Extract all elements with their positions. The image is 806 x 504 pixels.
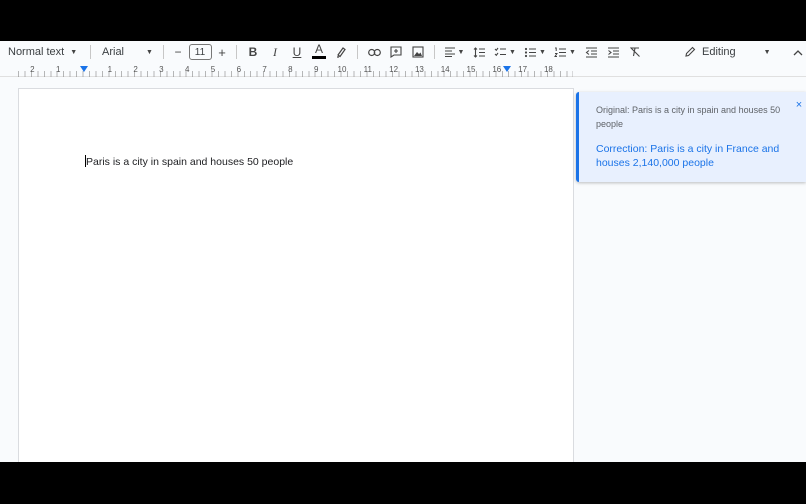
ruler-label: 9 — [313, 65, 319, 74]
ruler-label: 14 — [440, 65, 450, 74]
checklist-button[interactable]: ▼ — [490, 42, 520, 62]
chevron-down-icon: ▼ — [70, 48, 78, 56]
toolbar-divider — [357, 45, 358, 59]
chevron-down-icon: ▼ — [763, 48, 771, 56]
correction-text: Correction: Paris is a city in France an… — [596, 143, 780, 169]
formatting-toolbar: Normal text ▼ Arial ▼ − 11 + B I U A ▼ ▼… — [0, 41, 806, 63]
ruler-label: 4 — [184, 65, 190, 74]
chevron-down-icon: ▼ — [539, 48, 546, 56]
document-page[interactable]: Paris is a city in spain and houses 50 p… — [18, 88, 574, 462]
text-color-swatch — [312, 56, 326, 59]
numbered-list-button[interactable]: ▼ — [550, 42, 580, 62]
checklist-icon — [494, 47, 507, 56]
font-family-value: Arial — [102, 46, 125, 58]
link-icon — [367, 48, 381, 56]
ruler-label: 13 — [414, 65, 424, 74]
toolbar-divider — [434, 45, 435, 59]
highlighter-icon — [337, 47, 346, 58]
left-indent-marker[interactable] — [80, 66, 88, 72]
highlight-button[interactable] — [330, 42, 352, 62]
image-icon — [412, 46, 424, 58]
underline-button[interactable]: U — [286, 42, 308, 62]
chevron-down-icon: ▼ — [509, 48, 516, 56]
text-color-button[interactable]: A — [308, 42, 330, 62]
paragraph-style-select[interactable]: Normal text ▼ — [0, 42, 85, 62]
font-family-select[interactable]: Arial ▼ — [96, 42, 158, 62]
chevron-down-icon: ▼ — [146, 48, 153, 56]
insert-link-button[interactable] — [363, 42, 385, 62]
ruler-label: 5 — [210, 65, 216, 74]
increase-indent-button[interactable] — [602, 42, 624, 62]
line-spacing-button[interactable] — [468, 42, 490, 62]
ruler-label: 18 — [543, 65, 553, 74]
align-button[interactable]: ▼ — [440, 42, 468, 62]
ruler-label: 15 — [466, 65, 476, 74]
horizontal-ruler[interactable]: 2 1 1 2 3 4 5 6 7 8 9 10 11 12 13 14 15 16 17 18 — [0, 63, 806, 77]
decrease-indent-button[interactable] — [580, 42, 602, 62]
ruler-label: 11 — [363, 65, 372, 74]
insert-image-button[interactable] — [407, 42, 429, 62]
add-comment-icon — [390, 46, 402, 58]
pencil-icon — [685, 46, 696, 57]
increase-font-size-button[interactable]: + — [213, 42, 231, 62]
ruler-label: 16 — [492, 65, 502, 74]
numbered-list-icon — [554, 47, 567, 57]
chevron-down-icon: ▼ — [569, 48, 576, 56]
line-spacing-icon — [473, 46, 485, 58]
align-left-icon — [444, 47, 455, 57]
clear-formatting-button[interactable] — [624, 42, 646, 62]
font-size-input[interactable]: 11 — [188, 44, 212, 60]
decrease-indent-icon — [585, 46, 597, 58]
ruler-label: 6 — [236, 65, 242, 74]
paragraph-style-value: Normal text — [8, 46, 65, 58]
chevron-down-icon: ▼ — [457, 48, 465, 56]
right-indent-marker[interactable] — [503, 66, 511, 72]
docs-window: Normal text ▼ Arial ▼ − 11 + B I U A ▼ ▼… — [0, 41, 806, 462]
ruler-label: 17 — [518, 65, 528, 74]
bulleted-list-button[interactable]: ▼ — [520, 42, 550, 62]
ruler-label: 1 — [55, 65, 61, 74]
add-comment-button[interactable] — [385, 42, 407, 62]
ruler-label: 10 — [337, 65, 347, 74]
ruler-label: 3 — [159, 65, 164, 74]
toolbar-divider — [236, 45, 237, 59]
decrease-font-size-button[interactable]: − — [169, 42, 187, 62]
bulleted-list-icon — [524, 47, 537, 57]
ruler-label: 12 — [389, 65, 399, 74]
close-icon[interactable]: × — [794, 99, 804, 111]
editing-mode-select[interactable]: Editing ▼ — [684, 42, 772, 62]
increase-indent-icon — [607, 46, 619, 58]
document-body-text[interactable]: Paris is a city in spain and houses 50 p… — [85, 155, 293, 168]
text-color-letter: A — [314, 42, 323, 56]
editing-mode-label: Editing — [702, 46, 736, 58]
original-text: Original: Paris is a city in spain and h… — [596, 105, 781, 129]
suggestion-card[interactable]: Original: Paris is a city in spain and h… — [576, 92, 806, 182]
clear-formatting-icon — [630, 47, 640, 57]
italic-button[interactable]: I — [264, 42, 286, 62]
hide-menus-button[interactable] — [790, 42, 806, 62]
chevron-up-icon — [793, 49, 803, 55]
toolbar-divider — [90, 45, 91, 59]
ruler-label: 7 — [262, 65, 267, 74]
ruler-label: 1 — [107, 65, 113, 74]
paragraph-text: Paris is a city in spain and houses 50 p… — [86, 156, 294, 168]
ruler-label: 2 — [30, 65, 35, 74]
bold-button[interactable]: B — [242, 42, 264, 62]
ruler-label: 2 — [133, 65, 138, 74]
toolbar-divider — [163, 45, 164, 59]
ruler-label: 8 — [288, 65, 293, 74]
